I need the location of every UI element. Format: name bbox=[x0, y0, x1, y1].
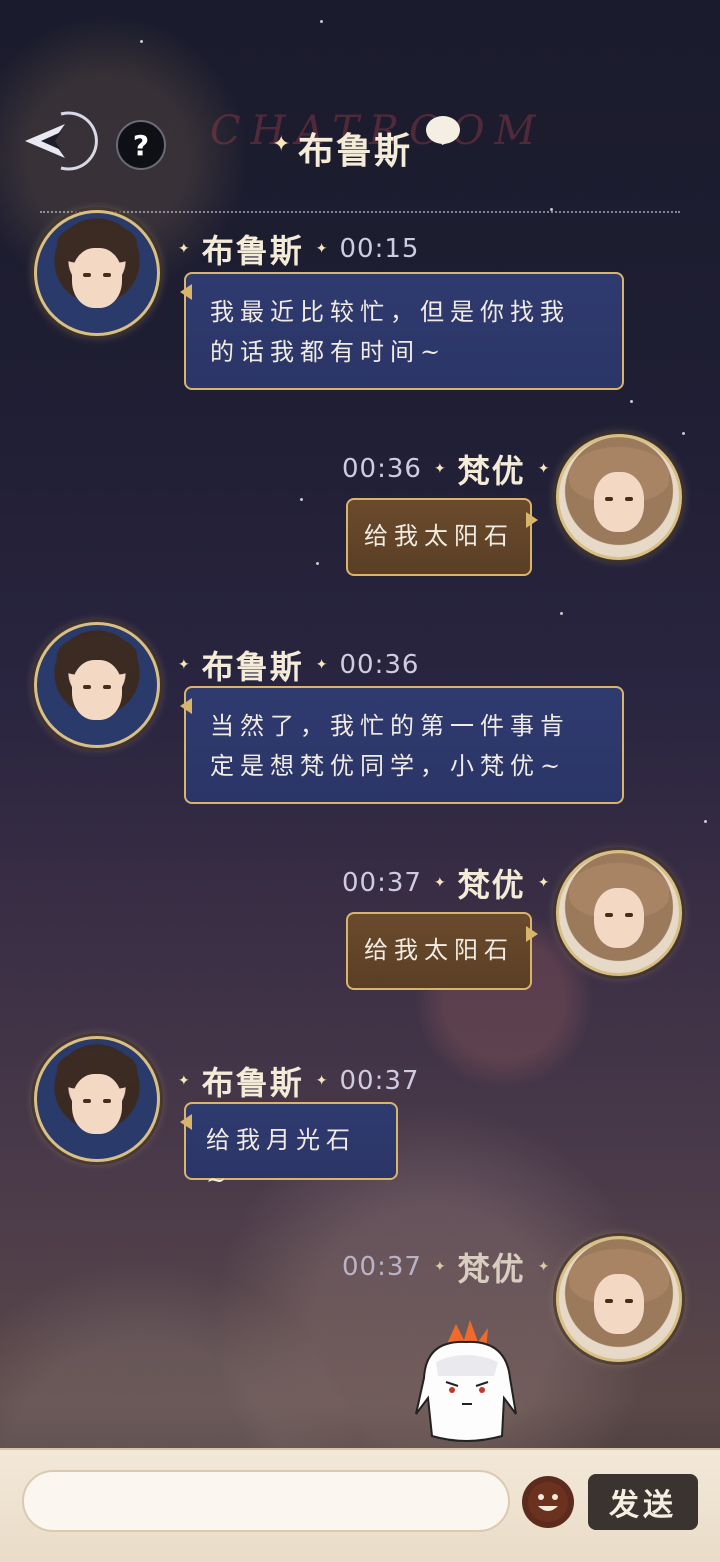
avatar-bruce[interactable] bbox=[34, 1036, 160, 1162]
sparkle-icon: ✦ bbox=[178, 241, 190, 257]
emoji-icon bbox=[528, 1482, 568, 1522]
star-decoration bbox=[560, 612, 563, 615]
input-bar: 发送 bbox=[0, 1448, 720, 1562]
star-decoration bbox=[704, 820, 707, 823]
star-decoration bbox=[682, 432, 685, 435]
sender-name: 布鲁斯 bbox=[201, 232, 304, 270]
message-time: 00:37 bbox=[339, 1066, 420, 1096]
chat-bubble-icon bbox=[426, 116, 460, 144]
message-header: ✦ 布鲁斯 ✦ 00:15 bbox=[178, 226, 419, 272]
message-header: ✦ 布鲁斯 ✦ 00:36 bbox=[178, 642, 419, 688]
message-time: 00:36 bbox=[339, 650, 420, 680]
sender-name: 梵优 bbox=[457, 452, 526, 490]
avatar-fanyou[interactable] bbox=[556, 434, 682, 560]
star-decoration bbox=[140, 40, 143, 43]
sparkle-icon: ✦ bbox=[178, 1073, 190, 1089]
sparkle-icon: ✦ bbox=[178, 657, 190, 673]
message-input[interactable] bbox=[22, 1470, 510, 1532]
sender-name: 布鲁斯 bbox=[201, 1064, 304, 1102]
message-time: 00:15 bbox=[339, 234, 420, 264]
avatar-bruce[interactable] bbox=[34, 210, 160, 336]
question-icon: ? bbox=[132, 128, 150, 162]
sparkle-icon: ✦ bbox=[537, 875, 550, 891]
star-decoration bbox=[316, 562, 319, 565]
header-divider bbox=[40, 211, 680, 213]
message-time: 00:37 bbox=[342, 868, 422, 898]
sparkle-icon: ✦ bbox=[315, 657, 328, 673]
message-time: 00:37 bbox=[342, 1252, 422, 1282]
sparkle-icon: ✦ bbox=[315, 1073, 328, 1089]
message-header: 00:37 ✦ 梵优 ✦ bbox=[342, 860, 549, 906]
star-decoration bbox=[320, 20, 323, 23]
avatar-bruce[interactable] bbox=[34, 622, 160, 748]
message-bubble[interactable]: 给我月光石~ bbox=[180, 1102, 398, 1194]
message-bubble[interactable]: 给我太阳石 bbox=[346, 498, 538, 576]
avatar-fanyou[interactable] bbox=[556, 1236, 682, 1362]
star-decoration bbox=[300, 498, 303, 501]
sparkle-icon: ✦ bbox=[433, 875, 446, 891]
sender-name: 梵优 bbox=[457, 866, 526, 904]
message-header: 00:37 ✦ 梵优 ✦ bbox=[342, 1244, 549, 1290]
avatar-fanyou[interactable] bbox=[556, 850, 682, 976]
back-button[interactable] bbox=[10, 110, 105, 172]
message-header: ✦ 布鲁斯 ✦ 00:37 bbox=[178, 1058, 419, 1104]
sparkle-icon: ✦ bbox=[537, 461, 550, 477]
message-bubble[interactable]: 给我太阳石 bbox=[346, 912, 538, 990]
message-bubble[interactable]: 我最近比较忙，但是你找我的话我都有时间~ bbox=[180, 272, 624, 390]
mascot-icon[interactable] bbox=[406, 1318, 526, 1448]
emoji-button[interactable] bbox=[522, 1476, 574, 1528]
message-time: 00:36 bbox=[342, 454, 422, 484]
send-button[interactable]: 发送 bbox=[588, 1474, 698, 1530]
star-decoration bbox=[630, 400, 633, 403]
sparkle-icon: ✦ bbox=[433, 461, 446, 477]
sender-name: 布鲁斯 bbox=[201, 648, 304, 686]
sparkle-icon: ✦ bbox=[315, 241, 328, 257]
back-arrow-icon bbox=[24, 111, 98, 171]
help-button[interactable]: ? bbox=[116, 120, 166, 170]
message-bubble[interactable]: 当然了，我忙的第一件事肯定是想梵优同学，小梵优~ bbox=[180, 686, 624, 804]
sparkle-icon: ✦ bbox=[537, 1259, 550, 1275]
message-header: 00:36 ✦ 梵优 ✦ bbox=[342, 446, 549, 492]
sparkle-icon: ✦ bbox=[433, 1259, 446, 1275]
sender-name: 梵优 bbox=[457, 1250, 526, 1288]
